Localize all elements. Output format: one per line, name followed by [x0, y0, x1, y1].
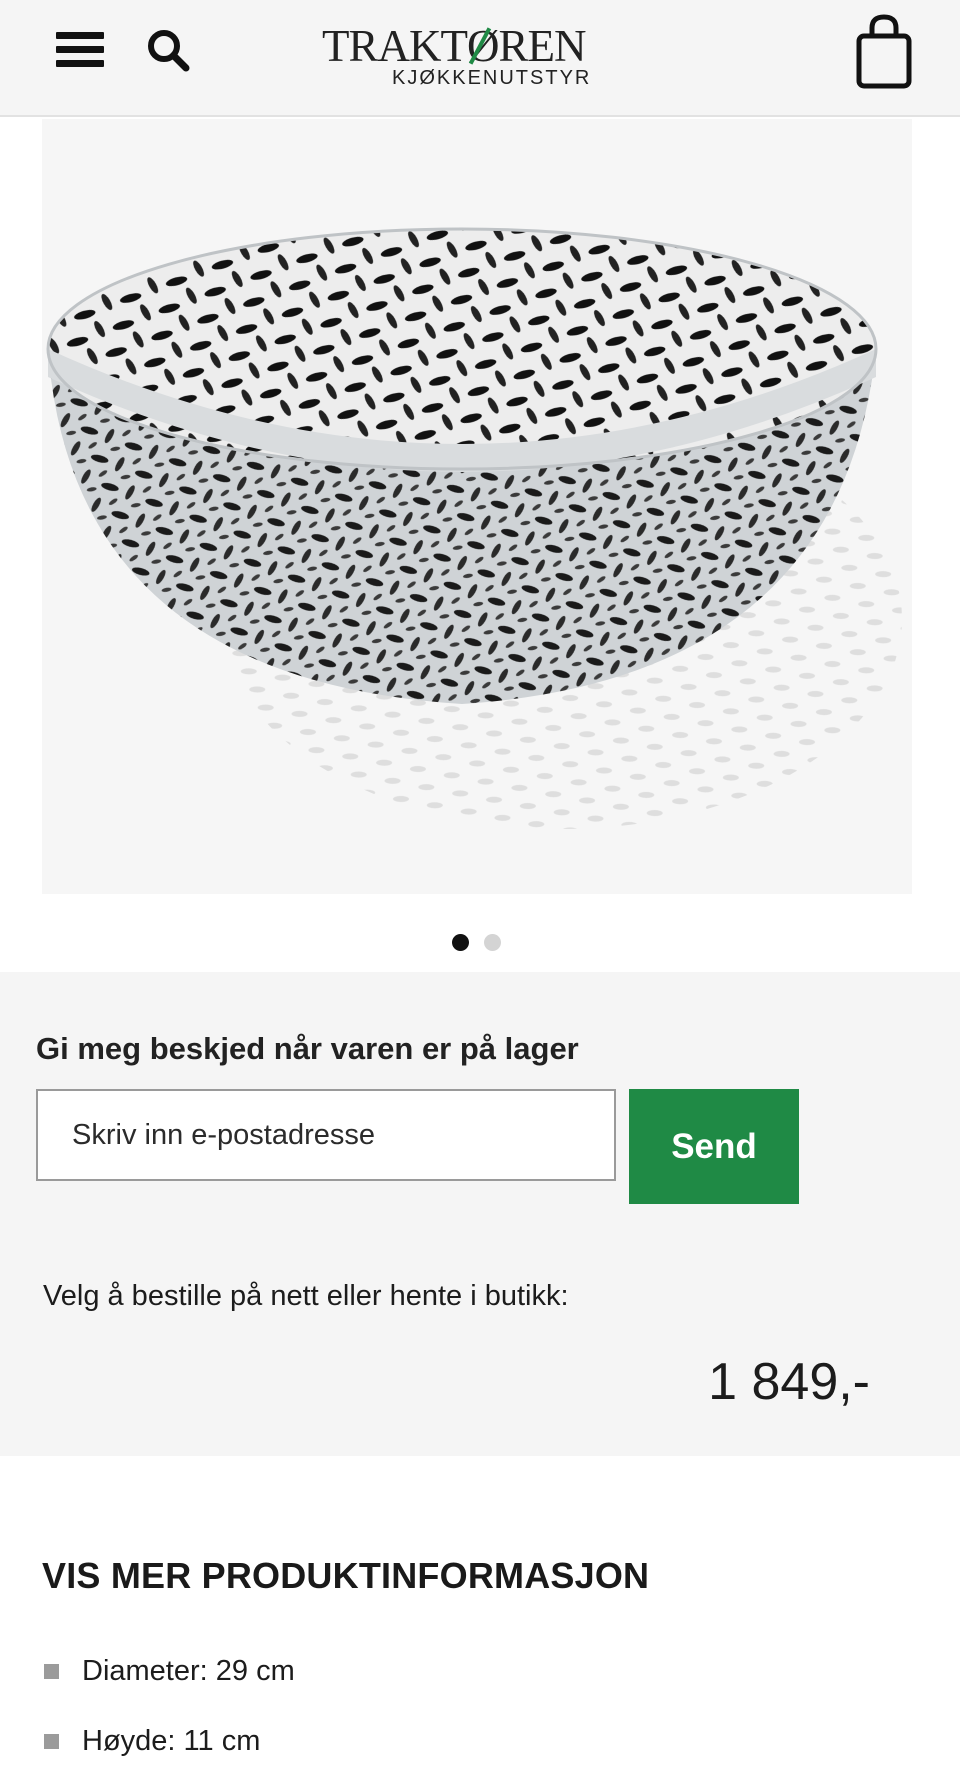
spec-item: Diameter: 29 cm [42, 1648, 902, 1718]
spec-item: Høyde: 11 cm [42, 1718, 902, 1774]
carousel-dot-2[interactable] [484, 934, 501, 951]
order-options-text: Velg å bestille på nett eller hente i bu… [43, 1280, 569, 1312]
spec-list: Diameter: 29 cm Høyde: 11 cm [42, 1648, 902, 1774]
bullet-icon [44, 1664, 59, 1679]
logo-name: TRAKTØREN [322, 21, 586, 71]
site-header: TRAKTØREN KJØKKENUTSTYR [0, 0, 960, 117]
product-price: 1 849,- [708, 1353, 870, 1411]
site-logo[interactable]: TRAKTØREN KJØKKENUTSTYR [320, 22, 640, 92]
carousel-dots [0, 932, 960, 952]
product-info-toggle[interactable]: VIS MER PRODUKTINFORMASJON [42, 1555, 649, 1597]
shopping-bag-icon[interactable] [856, 14, 912, 90]
spec-text: Diameter: 29 cm [82, 1655, 295, 1687]
stock-notify-title: Gi meg beskjed når varen er på lager [36, 1031, 579, 1066]
search-icon[interactable] [146, 28, 192, 74]
hamburger-menu-icon[interactable] [56, 28, 106, 72]
stock-notify-section: Gi meg beskjed når varen er på lager Sen… [0, 972, 960, 1456]
logo-tagline: KJØKKENUTSTYR [392, 67, 592, 89]
spec-text: Høyde: 11 cm [82, 1725, 261, 1757]
email-field[interactable] [36, 1089, 616, 1181]
carousel-dot-1[interactable] [452, 934, 469, 951]
bullet-icon [44, 1734, 59, 1749]
send-button[interactable]: Send [629, 1089, 799, 1204]
product-image[interactable] [42, 119, 912, 894]
